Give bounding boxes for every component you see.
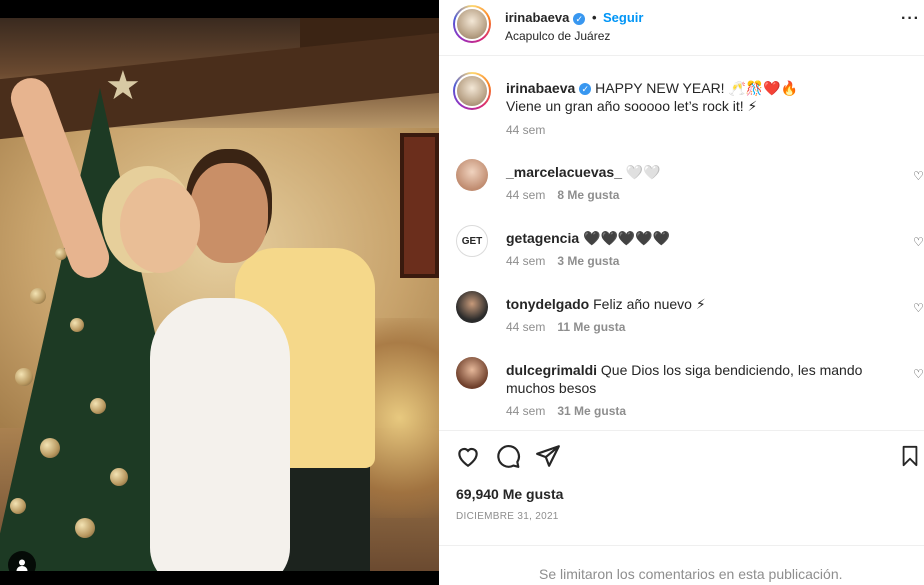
like-comment-heart-icon[interactable]: ♡ — [913, 235, 924, 249]
ornament — [15, 368, 33, 386]
comment-text: _marcelacuevas_ 🤍🤍 — [506, 163, 891, 181]
ornament — [30, 288, 46, 304]
author-username[interactable]: irinabaeva — [505, 10, 569, 25]
photo-panel: ★ — [0, 0, 439, 585]
ornament — [110, 468, 128, 486]
man-head — [190, 163, 268, 263]
comment-meta: 44 sem 11 Me gusta — [506, 320, 625, 334]
likes-count[interactable]: 69,940 Me gusta — [456, 486, 563, 502]
like-comment-heart-icon[interactable]: ♡ — [913, 367, 924, 381]
commenter-username[interactable]: tonydelgado — [506, 296, 589, 312]
comments-list[interactable]: irinabaeva ✓ HAPPY NEW YEAR! 🥂🎊❤️🔥 Viene … — [439, 57, 924, 429]
comment-item: _marcelacuevas_ 🤍🤍 44 sem 8 Me gusta ♡ — [439, 159, 924, 219]
comment-time[interactable]: 44 sem — [506, 254, 545, 268]
woman-dress — [150, 298, 290, 571]
commenter-username[interactable]: _marcelacuevas_ — [506, 164, 622, 180]
comment-text: getagencia 🖤🖤🖤🖤🖤 — [506, 229, 891, 247]
author-avatar[interactable] — [453, 5, 491, 43]
wall-painting — [400, 133, 439, 278]
caption-time[interactable]: 44 sem — [506, 123, 545, 137]
tree-star: ★ — [105, 64, 141, 108]
comment-item: dulcegrimaldi Que Dios los siga bendicie… — [439, 357, 924, 427]
commenter-avatar[interactable] — [456, 357, 488, 389]
follow-button[interactable]: Seguir — [603, 10, 643, 25]
comment-body: 🖤🖤🖤🖤🖤 — [583, 230, 671, 246]
woman-head — [120, 178, 200, 273]
like-comment-heart-icon[interactable]: ♡ — [913, 169, 924, 183]
comment-meta: 44 sem 31 Me gusta — [506, 404, 626, 418]
comment-item: GET getagencia 🖤🖤🖤🖤🖤 44 sem 3 Me gusta ♡ — [439, 225, 924, 285]
separator-dot: • — [592, 10, 597, 25]
comment-time[interactable]: 44 sem — [506, 320, 545, 334]
ornament — [90, 398, 106, 414]
caption-text: irinabaeva ✓ HAPPY NEW YEAR! 🥂🎊❤️🔥 Viene … — [506, 79, 906, 115]
like-heart-icon[interactable] — [455, 443, 481, 469]
comment-text: dulcegrimaldi Que Dios los siga bendicie… — [506, 361, 891, 397]
comment-body: Feliz año nuevo ⚡ — [593, 296, 706, 312]
comment-body: 🤍🤍 — [625, 164, 661, 180]
more-options-icon[interactable]: ··· — [901, 10, 920, 28]
comment-text: tonydelgado Feliz año nuevo ⚡ — [506, 295, 891, 313]
comment-likes[interactable]: 31 Me gusta — [557, 404, 626, 418]
comments-limited-notice: Se limitaron los comentarios en esta pub… — [539, 566, 843, 582]
comment-meta: 44 sem 8 Me gusta — [506, 188, 619, 202]
post-location[interactable]: Acapulco de Juárez — [505, 29, 610, 43]
ornament — [40, 438, 60, 458]
comment-meta: 44 sem 3 Me gusta — [506, 254, 619, 268]
comment-time[interactable]: 44 sem — [506, 188, 545, 202]
verified-icon: ✓ — [579, 83, 592, 96]
commenter-username[interactable]: getagencia — [506, 230, 579, 246]
post-date[interactable]: DICIEMBRE 31, 2021 — [456, 511, 559, 522]
avatar-logo-text: GET — [461, 235, 483, 247]
commenter-avatar[interactable] — [456, 159, 488, 191]
comment-item: tonydelgado Feliz año nuevo ⚡ 44 sem 11 M… — [439, 291, 924, 351]
post-sidebar: irinabaeva ✓ • Seguir Acapulco de Juárez … — [439, 0, 924, 585]
ornament — [75, 518, 95, 538]
comment-likes[interactable]: 3 Me gusta — [557, 254, 619, 268]
post-photo[interactable]: ★ — [0, 18, 439, 571]
commenter-username[interactable]: dulcegrimaldi — [506, 362, 597, 378]
share-icon[interactable] — [535, 443, 561, 469]
ornament — [10, 498, 26, 514]
comment-icon[interactable] — [495, 443, 521, 469]
caption-username[interactable]: irinabaeva — [506, 80, 575, 96]
post-header: irinabaeva ✓ • Seguir Acapulco de Juárez … — [439, 0, 924, 56]
save-bookmark-icon[interactable] — [899, 443, 921, 469]
caption-line-1: HAPPY NEW YEAR! 🥂🎊❤️🔥 — [595, 80, 799, 96]
caption-line-2: Viene un gran año sooooo let’s rock it! … — [506, 98, 758, 114]
comments-limited-footer: Se limitaron los comentarios en esta pub… — [439, 545, 924, 585]
author-name-wrap: irinabaeva ✓ — [505, 10, 586, 25]
comment-likes[interactable]: 8 Me gusta — [557, 188, 619, 202]
ornament — [70, 318, 84, 332]
verified-icon: ✓ — [573, 12, 586, 25]
like-comment-heart-icon[interactable]: ♡ — [913, 301, 924, 315]
comment-likes[interactable]: 11 Me gusta — [557, 320, 625, 334]
post-actions — [439, 430, 924, 475]
caption-avatar[interactable] — [453, 72, 491, 110]
comment-time[interactable]: 44 sem — [506, 404, 545, 418]
commenter-avatar[interactable]: GET — [456, 225, 488, 257]
commenter-avatar[interactable] — [456, 291, 488, 323]
user-tag-icon[interactable] — [8, 551, 36, 571]
